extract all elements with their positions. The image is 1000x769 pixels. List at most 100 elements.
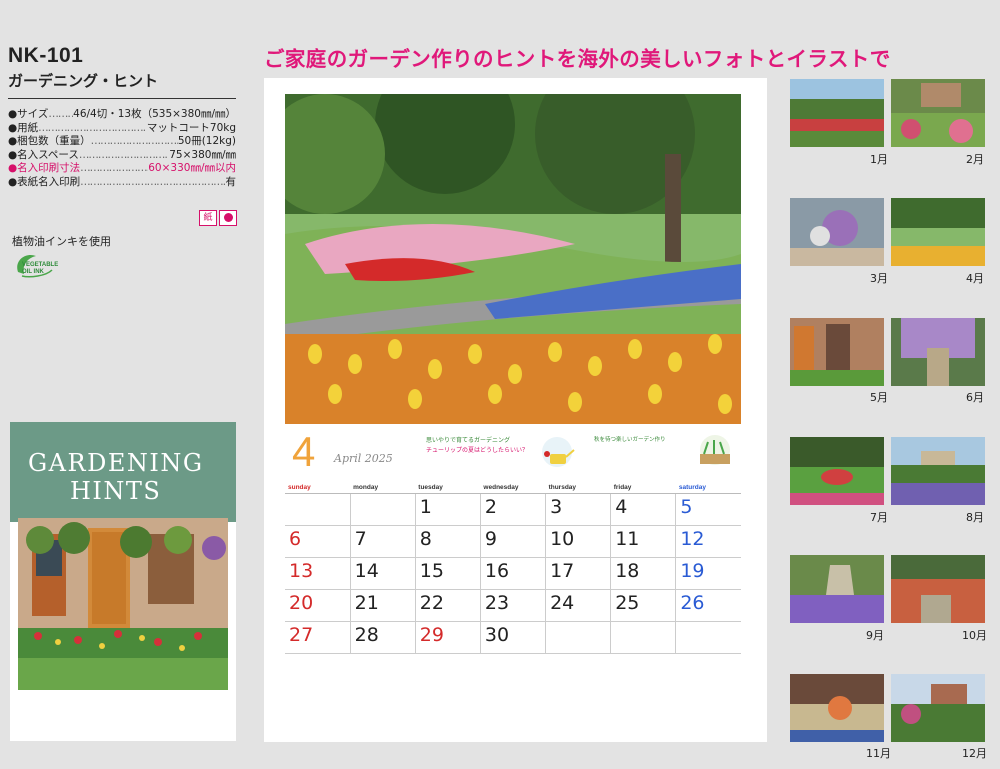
weekday-saturday: saturday <box>675 482 741 494</box>
weekday-sunday: sunday <box>285 482 351 494</box>
month-number: 4 <box>292 428 316 475</box>
day-cell: 24 <box>545 589 611 622</box>
thumbnail-july <box>790 437 884 505</box>
vegetable-ink-logo-text: VEGETABLE OIL INK <box>22 262 59 275</box>
product-title: ガーデニング・ヒント <box>8 72 159 90</box>
day-cell: 13 <box>285 557 351 590</box>
thumbnail-label: 4月 <box>966 272 984 285</box>
red-dot-icon <box>223 213 233 222</box>
day-cell: 28 <box>349 621 416 654</box>
thumbnail-label: 11月 <box>866 747 891 760</box>
planter-box-icon <box>700 435 730 465</box>
weekday-thursday: thursday <box>545 482 611 494</box>
ink-note: 植物油インキを使用 <box>12 235 111 248</box>
thumbnail-june <box>891 318 985 386</box>
thumbnail-december <box>891 674 985 742</box>
thumbnail-label: 1月 <box>870 153 888 166</box>
thumbnail-label: 2月 <box>966 153 984 166</box>
paper-badge: 紙 <box>199 210 217 226</box>
day-cell: 23 <box>479 589 546 622</box>
week-row: 20 21 22 23 24 25 26 <box>285 589 741 622</box>
thumbnail-label: 3月 <box>870 272 888 285</box>
weekday-monday: monday <box>350 482 416 494</box>
thumbnail-september <box>790 555 884 623</box>
weekday-tuesday: tuesday <box>415 482 481 494</box>
day-cell-holiday: 29 <box>414 621 481 654</box>
thumbnail-march <box>790 198 884 266</box>
thumbnail-january <box>790 79 884 147</box>
cover-title-line2: HINTS <box>70 477 162 505</box>
calendar-grid: sunday monday tuesday wednesday thursday… <box>285 482 741 654</box>
tip-subtitle: チューリップの夏はどうしたらいい？ <box>426 447 529 454</box>
thumbnail-label: 8月 <box>966 511 984 524</box>
day-cell: 1 <box>414 493 481 526</box>
day-cell: 27 <box>285 621 351 654</box>
day-cell <box>610 621 676 654</box>
week-row: 27 28 29 30 <box>285 621 741 654</box>
spec-list: ●サイズ46/4切・13枚（535×380㎜/㎜） ●用紙マットコート70kg … <box>8 108 236 189</box>
day-cell: 25 <box>610 589 676 622</box>
day-cell: 14 <box>349 557 416 590</box>
day-cell: 30 <box>479 621 546 654</box>
day-cell: 4 <box>610 493 676 526</box>
thumbnail-label: 6月 <box>966 391 984 404</box>
day-cell: 11 <box>610 525 676 558</box>
thumbnail-label: 9月 <box>866 629 884 642</box>
thumbnail-label: 7月 <box>870 511 888 524</box>
calendar-page: 4 April 2025 思いやりで育てるガーデニング チューリップの夏はどうし… <box>264 78 767 742</box>
thumbnail-may <box>790 318 884 386</box>
circle-badge <box>219 210 237 226</box>
spec-row-cover-print: ●表紙名入印刷有 <box>8 176 236 190</box>
spec-row-print-size: ●名入印刷寸法60×330㎜/㎜以内 <box>8 162 236 176</box>
cover-thumbnail: GARDENING HINTS <box>10 422 236 741</box>
thumbnail-label: 10月 <box>962 629 987 642</box>
thumbnail-august <box>891 437 985 505</box>
thumbnail-april <box>891 198 985 266</box>
weekday-friday: friday <box>610 482 676 494</box>
thumbnail-february <box>891 79 985 147</box>
day-cell: 15 <box>414 557 481 590</box>
tip-title: 思いやりで育てるガーデニング <box>426 437 511 444</box>
day-cell: 9 <box>479 525 546 558</box>
month-name: April 2025 <box>334 452 393 465</box>
thumbnail-label: 12月 <box>962 747 987 760</box>
day-cell: 18 <box>610 557 676 590</box>
day-cell <box>675 621 741 654</box>
day-cell: 16 <box>479 557 546 590</box>
divider <box>8 98 236 99</box>
watering-can-icon <box>542 437 575 467</box>
day-cell: 6 <box>285 525 351 558</box>
day-cell: 3 <box>545 493 611 526</box>
cover-photo <box>18 518 228 690</box>
day-cell: 5 <box>675 493 741 526</box>
thumbnail-label: 5月 <box>870 391 888 404</box>
day-cell <box>545 621 611 654</box>
week-row: 1 2 3 4 5 <box>285 493 741 526</box>
spec-row-size: ●サイズ46/4切・13枚（535×380㎜/㎜） <box>8 108 236 122</box>
day-cell: 22 <box>414 589 481 622</box>
day-cell: 10 <box>545 525 611 558</box>
day-cell: 2 <box>479 493 546 526</box>
day-cell <box>285 493 351 526</box>
badge-group: 紙 <box>199 210 237 226</box>
week-row: 6 7 8 9 10 11 12 <box>285 525 741 558</box>
headline: ご家庭のガーデン作りのヒントを海外の美しいフォトとイラストで <box>264 47 891 71</box>
weekday-wednesday: wednesday <box>480 482 546 494</box>
thumbnail-october <box>891 555 985 623</box>
thumbnail-november <box>790 674 884 742</box>
day-cell <box>349 493 416 526</box>
cover-title-line1: GARDENING <box>28 449 204 477</box>
day-cell: 21 <box>349 589 416 622</box>
day-cell: 8 <box>414 525 481 558</box>
garden-photo <box>285 94 741 424</box>
spec-row-name-space: ●名入スペース75×380㎜/㎜ <box>8 149 236 163</box>
spec-row-paper: ●用紙マットコート70kg <box>8 122 236 136</box>
spec-row-package: ●梱包数（重量）50冊(12kg) <box>8 135 236 149</box>
tip2-title: 秋を待つ楽しいガーデン作り <box>594 437 666 443</box>
day-cell: 17 <box>545 557 611 590</box>
product-model: NK-101 <box>8 44 84 67</box>
day-cell: 19 <box>675 557 741 590</box>
week-row: 13 14 15 16 17 18 19 <box>285 557 741 590</box>
day-cell: 20 <box>285 589 351 622</box>
day-cell: 12 <box>675 525 741 558</box>
